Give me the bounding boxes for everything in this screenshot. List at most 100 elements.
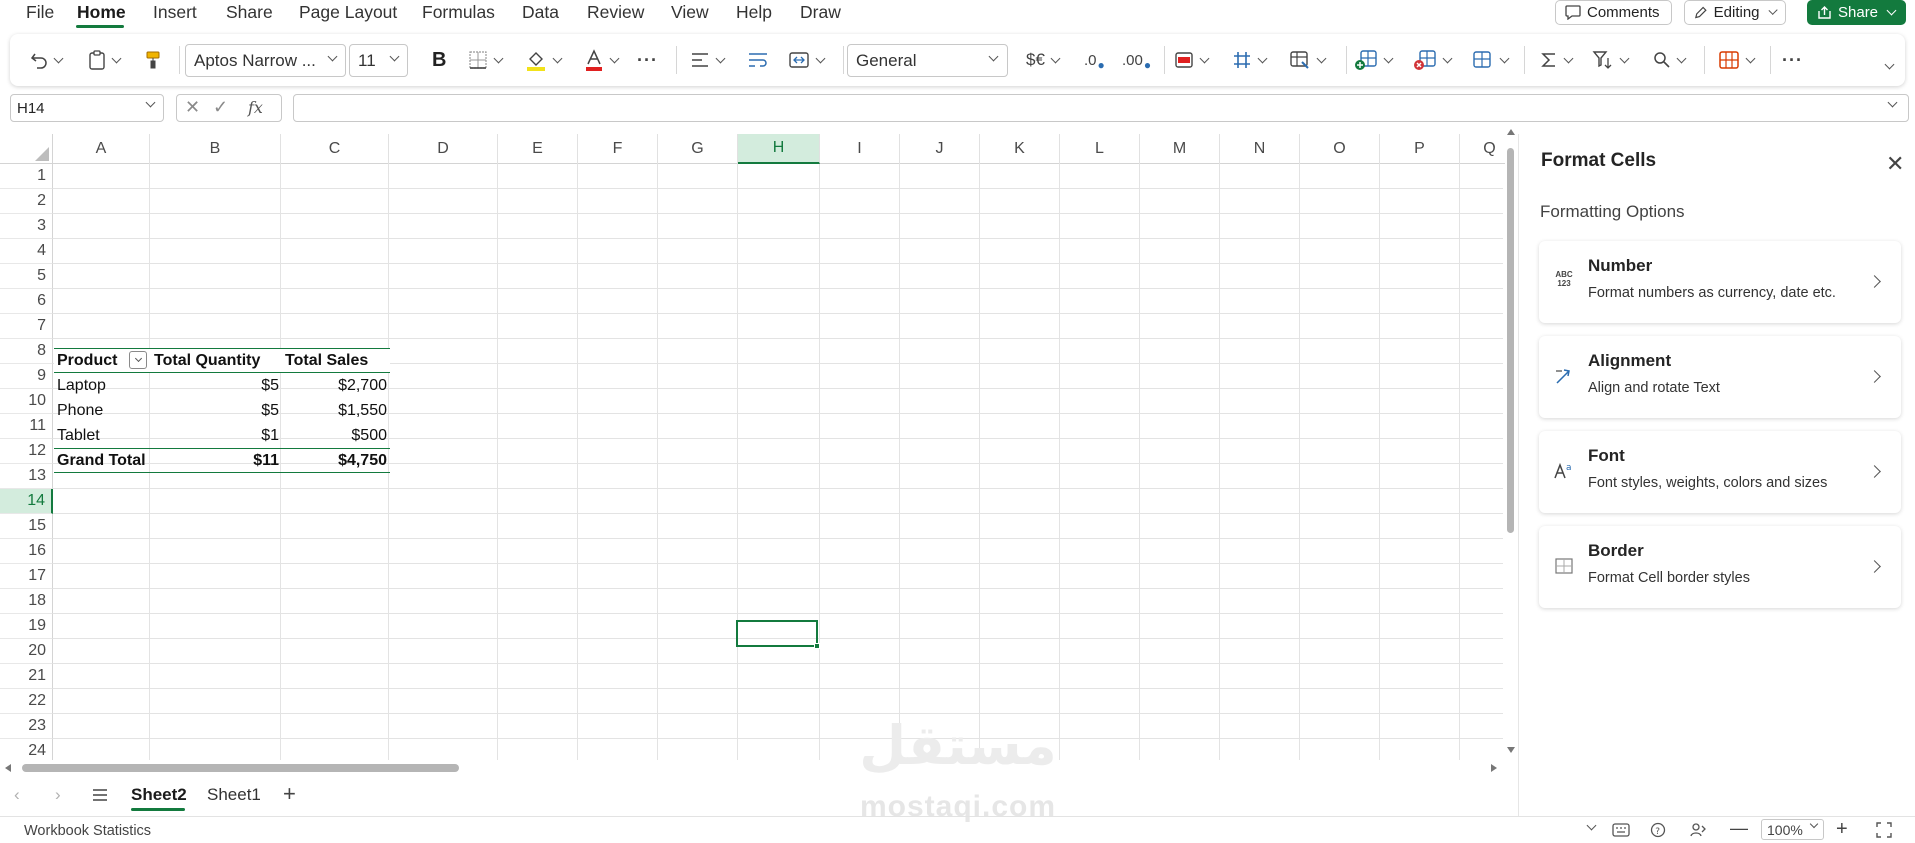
zoom-dropdown[interactable]: 100% — [1761, 819, 1824, 840]
scroll-up-icon[interactable] — [1506, 128, 1516, 136]
name-box[interactable]: H14 — [10, 94, 164, 122]
decrease-decimal-button[interactable]: .00 ● — [1122, 48, 1151, 73]
menu-view[interactable]: View — [671, 2, 709, 23]
filter-dropdown-button[interactable] — [129, 351, 147, 369]
menu-help[interactable]: Help — [736, 2, 772, 23]
pivot-row-sales[interactable]: $1,550 — [282, 398, 390, 423]
row-header-23[interactable]: 23 — [0, 714, 53, 739]
insert-function-button[interactable]: fx — [248, 98, 263, 117]
row-header-11[interactable]: 11 — [0, 414, 53, 439]
row-header-10[interactable]: 10 — [0, 389, 53, 414]
select-all-corner[interactable] — [0, 134, 53, 164]
row-header-2[interactable]: 2 — [0, 189, 53, 214]
menu-review[interactable]: Review — [587, 2, 644, 23]
add-ins-button[interactable] — [1718, 48, 1756, 72]
workbook-statistics-button[interactable]: Workbook Statistics — [24, 823, 151, 839]
find-select-button[interactable] — [1653, 48, 1687, 72]
column-header-N[interactable]: N — [1220, 134, 1300, 164]
close-icon[interactable]: ✕ — [1886, 151, 1904, 177]
active-cell-H14[interactable] — [736, 620, 818, 647]
ribbon-collapse-button[interactable] — [1882, 54, 1895, 78]
add-sheet-button[interactable]: + — [283, 781, 296, 807]
horizontal-scroll-thumb[interactable] — [22, 764, 459, 772]
chevron-down-icon[interactable] — [1586, 820, 1597, 831]
currency-format-button[interactable]: $€ — [1026, 48, 1061, 72]
format-cells-button[interactable] — [1470, 48, 1510, 72]
sheet-tab-sheet1[interactable]: Sheet1 — [207, 785, 261, 805]
zoom-in-button[interactable]: + — [1836, 818, 1848, 841]
fullscreen-icon[interactable] — [1876, 822, 1892, 838]
pivot-row-product[interactable]: Laptop — [54, 373, 151, 398]
sort-filter-button[interactable] — [1592, 48, 1630, 72]
conditional-formatting-button[interactable] — [1174, 48, 1210, 72]
vertical-scrollbar[interactable] — [1504, 128, 1518, 758]
column-header-K[interactable]: K — [980, 134, 1060, 164]
wrap-text-button[interactable] — [747, 48, 769, 72]
paste-button[interactable] — [88, 48, 122, 72]
cancel-formula-icon[interactable]: ✕ — [185, 97, 200, 118]
pivot-header-quantity[interactable]: Total Quantity — [151, 348, 282, 373]
scroll-down-icon[interactable] — [1506, 746, 1516, 754]
more-font-options-button[interactable]: ··· — [637, 48, 658, 72]
row-header-6[interactable]: 6 — [0, 289, 53, 314]
help-icon[interactable]: ? — [1650, 822, 1666, 838]
column-header-C[interactable]: C — [281, 134, 389, 164]
font-card[interactable]: a Font Font styles, weights, colors and … — [1539, 431, 1901, 513]
column-header-H[interactable]: H — [738, 134, 820, 164]
menu-share[interactable]: Share — [226, 2, 273, 23]
number-format-card[interactable]: ABC 123 Number Format numbers as currenc… — [1539, 241, 1901, 323]
pivot-row-sales[interactable]: $2,700 — [282, 373, 390, 398]
fill-handle[interactable] — [814, 643, 820, 649]
borders-button[interactable] — [468, 48, 504, 72]
row-header-21[interactable]: 21 — [0, 664, 53, 689]
alignment-card[interactable]: Alignment Align and rotate Text — [1539, 336, 1901, 418]
font-color-button[interactable] — [584, 48, 620, 72]
column-header-P[interactable]: P — [1380, 134, 1460, 164]
row-header-4[interactable]: 4 — [0, 239, 53, 264]
pivot-total-label[interactable]: Grand Total — [54, 448, 151, 473]
menu-home[interactable]: Home — [77, 2, 126, 23]
format-painter-button[interactable] — [145, 48, 161, 72]
column-header-E[interactable]: E — [498, 134, 578, 164]
align-button[interactable] — [690, 48, 726, 72]
row-header-13[interactable]: 13 — [0, 464, 53, 489]
sheet-tab-sheet2[interactable]: Sheet2 — [131, 785, 187, 805]
pivot-total-sales[interactable]: $4,750 — [282, 448, 390, 473]
increase-decimal-button[interactable]: .0 ● — [1084, 48, 1105, 73]
keyboard-icon[interactable] — [1612, 823, 1630, 837]
menu-file[interactable]: File — [26, 2, 54, 23]
all-sheets-menu-icon[interactable] — [92, 788, 108, 802]
row-header-1[interactable]: 1 — [0, 164, 53, 189]
pivot-row-quantity[interactable]: $1 — [151, 423, 282, 448]
pivot-row-product[interactable]: Tablet — [54, 423, 151, 448]
menu-data[interactable]: Data — [522, 2, 559, 23]
pivot-row-product[interactable]: Phone — [54, 398, 151, 423]
column-header-D[interactable]: D — [389, 134, 498, 164]
border-card[interactable]: Border Format Cell border styles — [1539, 526, 1901, 608]
spreadsheet-grid[interactable]: ABCDEFGHIJKLMNOPQ 1 2 3 4 5 6 7 8 9 10 11 12 13 14 15 1… — [0, 134, 1505, 760]
cell-styles-button[interactable] — [1289, 48, 1327, 72]
delete-cells-button[interactable] — [1413, 48, 1453, 72]
zoom-out-button[interactable]: — — [1730, 818, 1748, 839]
row-header-16[interactable]: 16 — [0, 539, 53, 564]
column-header-I[interactable]: I — [820, 134, 900, 164]
merge-cells-button[interactable] — [788, 48, 826, 72]
row-header-8[interactable]: 8 — [0, 339, 53, 364]
pivot-total-quantity[interactable]: $11 — [151, 448, 282, 473]
row-header-22[interactable]: 22 — [0, 689, 53, 714]
column-header-G[interactable]: G — [658, 134, 738, 164]
column-header-O[interactable]: O — [1300, 134, 1380, 164]
row-header-24[interactable]: 24 — [0, 739, 53, 760]
row-header-19[interactable]: 19 — [0, 614, 53, 639]
horizontal-scrollbar[interactable] — [4, 761, 1502, 775]
row-header-5[interactable]: 5 — [0, 264, 53, 289]
share-button[interactable]: Share — [1807, 0, 1906, 25]
scroll-left-icon[interactable] — [4, 763, 12, 773]
row-header-20[interactable]: 20 — [0, 639, 53, 664]
row-header-12[interactable]: 12 — [0, 439, 53, 464]
accessibility-icon[interactable] — [1690, 822, 1708, 838]
menu-formulas[interactable]: Formulas — [422, 2, 495, 23]
number-format-dropdown[interactable]: General — [847, 44, 1008, 77]
scroll-right-icon[interactable] — [1490, 763, 1498, 773]
comments-button[interactable]: Comments — [1555, 0, 1672, 25]
